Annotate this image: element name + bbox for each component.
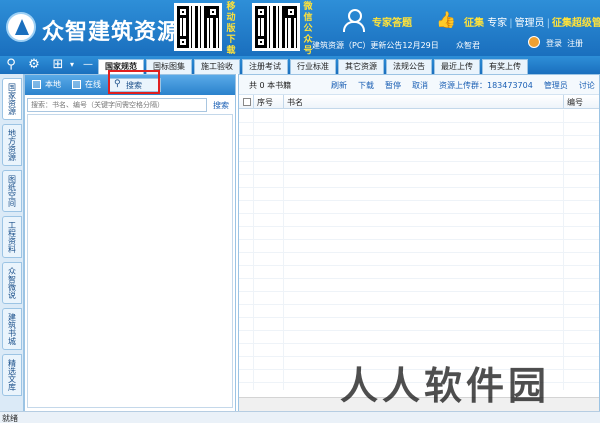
tab-other-resources[interactable]: 其它资源 <box>338 59 384 74</box>
app-logo-icon <box>6 12 36 42</box>
side-tab-drawings[interactable]: 图纸空间 <box>2 170 22 212</box>
column-name[interactable]: 书名 <box>287 97 303 108</box>
upload-group[interactable]: 资源上传群：183473704 <box>439 80 533 91</box>
search-row: 搜索 <box>27 98 233 112</box>
side-tab-bookstore[interactable]: 建筑书城 <box>2 308 22 350</box>
online-button[interactable]: 在线 <box>69 78 105 92</box>
side-tab-strip: 国家资源 地方资源 图纸空间 工程资料 众智微说 建筑书城 精选文库 <box>0 74 24 412</box>
mobile-download-label: 移动版下载 <box>226 2 236 56</box>
download-button[interactable]: 下载 <box>358 80 374 91</box>
highlight-box <box>108 70 160 94</box>
search-input[interactable] <box>27 98 207 112</box>
admin-link[interactable]: 管理员 <box>515 18 545 29</box>
book-count: 共 0 本书籍 <box>249 81 292 90</box>
result-list[interactable] <box>27 114 233 408</box>
notice-user: 众智君 <box>456 41 480 50</box>
online-icon <box>72 80 81 89</box>
status-text: 就绪 <box>2 414 18 423</box>
update-notice-link[interactable]: 建筑资源（PC）更新公告12月29日 <box>312 40 439 51</box>
admin-button[interactable]: 管理员 <box>544 80 568 91</box>
select-all-checkbox[interactable] <box>243 98 251 106</box>
gear-icon[interactable]: ⚙ <box>26 57 42 73</box>
tab-industry-standard[interactable]: 行业标准 <box>290 59 336 74</box>
table-header: 序号 书名 编号 <box>239 95 599 109</box>
tab-construction-acceptance[interactable]: 施工验收 <box>194 59 240 74</box>
local-icon <box>32 80 41 89</box>
column-index[interactable]: 序号 <box>257 97 273 108</box>
brand-title: 众智建筑资源 <box>42 19 181 44</box>
refresh-button[interactable]: 刷新 <box>331 80 347 91</box>
column-code[interactable]: 编号 <box>567 97 583 108</box>
side-tab-microtalk[interactable]: 众智微说 <box>2 262 22 304</box>
login-register: 登录 注册 <box>546 38 583 49</box>
register-link[interactable]: 注册 <box>567 39 583 48</box>
thumbs-up-icon: 👍 <box>436 10 456 29</box>
mobile-download-qr-icon[interactable] <box>174 3 222 51</box>
tab-reward-upload[interactable]: 有奖上传 <box>482 59 528 74</box>
side-tab-national[interactable]: 国家资源 <box>2 78 22 120</box>
search-link[interactable]: 搜索 <box>213 100 229 111</box>
cancel-button[interactable]: 取消 <box>412 80 428 91</box>
chevron-down-icon[interactable]: ▾ <box>64 57 80 73</box>
expert-user-icon[interactable] <box>340 9 366 32</box>
search-icon[interactable]: ⚲ <box>3 57 19 73</box>
tab-recent-upload[interactable]: 最近上传 <box>434 59 480 74</box>
header-bar: 众智建筑资源 移动版下载 微信公众号 专家答题 👍 征集 专家 | 管理员 | 征集超级… <box>0 0 600 56</box>
book-toolbar: 共 0 本书籍 刷新 下载 暂停 取消 资源上传群：183473704 管理员 … <box>239 75 599 95</box>
tab-registration-exam[interactable]: 注册考试 <box>242 59 288 74</box>
avatar <box>528 36 540 48</box>
side-tab-library[interactable]: 精选文库 <box>2 354 22 396</box>
discuss-button[interactable]: 讨论 <box>579 80 595 91</box>
watermark: 人人软件园 <box>340 366 551 408</box>
status-bar: 就绪 <box>0 411 600 423</box>
local-button[interactable]: 本地 <box>29 78 65 92</box>
minus-icon[interactable]: — <box>80 57 96 73</box>
book-table-body[interactable] <box>239 110 599 390</box>
wechat-qr-icon[interactable] <box>252 3 300 51</box>
top-tab-bar: 国家规范 国标图集 施工验收 注册考试 行业标准 其它资源 法规公告 最近上传 … <box>98 59 528 75</box>
collect-link[interactable]: 征集 <box>464 18 484 29</box>
side-tab-local[interactable]: 地方资源 <box>2 124 22 166</box>
expert-link[interactable]: 专家 <box>487 18 507 29</box>
collect-admin-link[interactable]: 征集超级管理员 <box>552 18 600 29</box>
tab-regulations[interactable]: 法规公告 <box>386 59 432 74</box>
pause-button[interactable]: 暂停 <box>385 80 401 91</box>
header-links: 征集 专家|管理员|征集超级管理员 <box>464 14 600 29</box>
side-tab-engineering[interactable]: 工程资料 <box>2 216 22 258</box>
login-link[interactable]: 登录 <box>546 39 562 48</box>
expert-answer-link[interactable]: 专家答题 <box>372 14 412 29</box>
left-panel: 本地 在线 ⚲ 搜索 搜索 <box>24 74 236 412</box>
book-actions: 刷新 下载 暂停 取消 资源上传群：183473704 管理员 讨论 <box>331 80 595 91</box>
